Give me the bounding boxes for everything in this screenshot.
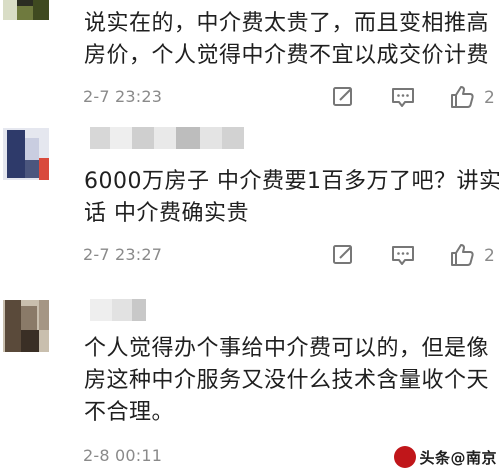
message-dots-icon <box>392 246 414 265</box>
comment-button[interactable] <box>390 242 416 268</box>
avatar[interactable] <box>3 128 49 180</box>
like-button[interactable] <box>448 241 474 267</box>
avatar[interactable] <box>3 300 49 352</box>
edit-square-icon <box>333 245 352 264</box>
toutiao-logo-icon <box>394 446 417 468</box>
comment-list: 说实在的，中介费太贵了，而且变相推高 房价，个人觉得中介费不宜以成交价计费 2-… <box>0 0 499 469</box>
comment-text-line: 不合理。 <box>84 400 175 425</box>
message-dots-icon <box>392 88 414 107</box>
edit-square-icon <box>333 87 352 106</box>
comment-text-line: 房这种中介服务又没什么技术含量收个天 <box>84 368 490 393</box>
watermark-text: 头条@南京 <box>419 448 497 467</box>
comment-time: 2-7 23:27 <box>83 245 163 264</box>
comment-text-line: 说实在的，中介费太贵了，而且变相推高 <box>84 11 490 36</box>
comment-text-line: 个人觉得办个事给中介费可以的，但是像 <box>84 336 490 361</box>
comment-text: 个人觉得办个事给中介费可以的，但是像 房这种中介服务又没什么技术含量收个天 不合… <box>84 333 499 429</box>
comment-text-line: 话 中介费确实贵 <box>84 201 249 226</box>
comment-time: 2-8 00:11 <box>83 446 163 465</box>
comment-text: 6000万房子 中介费要1百多万了吧？讲实 话 中介费确实贵 <box>84 166 499 230</box>
reply-edit-button[interactable] <box>330 242 356 268</box>
like-button[interactable] <box>448 83 474 109</box>
comment-text-line: 6000万房子 中介费要1百多万了吧？讲实 <box>84 169 499 194</box>
comment-time: 2-7 23:23 <box>83 87 163 106</box>
like-count: 2 <box>484 246 495 266</box>
comment-button[interactable] <box>390 84 416 110</box>
comment-text-line: 房价，个人觉得中介费不宜以成交价计费 <box>84 43 490 68</box>
reply-edit-button[interactable] <box>330 84 356 110</box>
like-count: 2 <box>484 88 495 108</box>
thumbs-up-icon <box>451 244 474 266</box>
avatar[interactable] <box>3 0 49 20</box>
thumbs-up-icon <box>451 86 474 108</box>
watermark: 头条@南京 <box>394 445 499 469</box>
comment-text: 说实在的，中介费太贵了，而且变相推高 房价，个人觉得中介费不宜以成交价计费 <box>84 8 499 72</box>
